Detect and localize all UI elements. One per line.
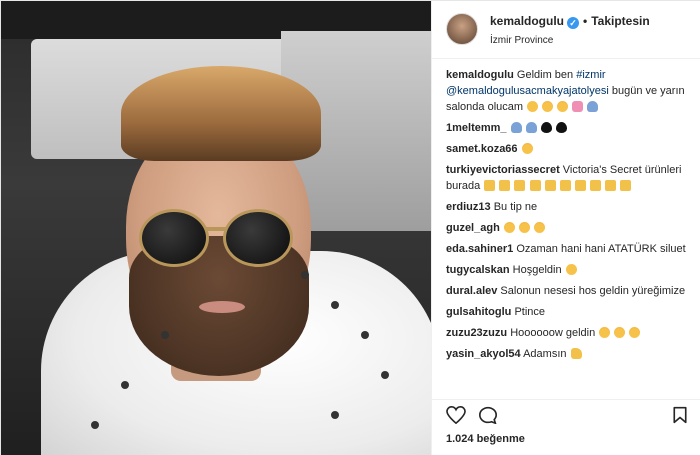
comment-username[interactable]: 1meltemm_ xyxy=(446,122,507,134)
shirt-stud xyxy=(121,381,129,389)
comment-bubble-icon[interactable] xyxy=(478,406,498,424)
comment-username[interactable]: erdiuz13 xyxy=(446,201,491,213)
comment-username[interactable]: tugycalskan xyxy=(446,264,510,276)
verified-badge-icon: ✓ xyxy=(567,17,580,29)
comment-text: Ozaman hani hani ATATÜRK siluet xyxy=(516,243,686,255)
heart-eyes-emoji-icon xyxy=(533,222,545,233)
heart-eyes-emoji-icon xyxy=(614,327,626,338)
grin-emoji-icon xyxy=(527,101,539,112)
shirt-stud xyxy=(381,371,389,379)
avatar[interactable] xyxy=(446,13,478,45)
point-emoji-icon xyxy=(544,180,556,191)
heart-eyes-emoji-icon xyxy=(518,222,530,233)
follow-status-button[interactable]: Takiptesin xyxy=(591,14,649,28)
person-emoji-icon xyxy=(525,122,537,133)
comment-item: yasin_akyol54 Adamsın xyxy=(446,346,690,362)
person-emoji-icon xyxy=(510,122,522,133)
comment-item: samet.koza66 xyxy=(446,141,690,157)
action-bar xyxy=(432,399,700,427)
post-photo[interactable] xyxy=(1,1,431,455)
heart-eyes-emoji-icon xyxy=(521,143,533,154)
point-emoji-icon xyxy=(499,180,511,191)
point-emoji-icon xyxy=(589,180,601,191)
hair xyxy=(121,66,321,161)
shirt-stud xyxy=(161,331,169,339)
muscle-emoji-icon xyxy=(570,348,582,359)
comment-text: Adamsın xyxy=(523,348,567,360)
bookmark-icon[interactable] xyxy=(670,406,690,424)
point-emoji-icon xyxy=(484,180,496,191)
hashtag-link[interactable]: #izmir xyxy=(576,69,605,81)
comment-text: Ptince xyxy=(514,306,546,318)
point-emoji-icon xyxy=(514,180,526,191)
mouth xyxy=(199,301,245,313)
instagram-post: kemaldogulu ✓ • Takiptesin İzmir Province k… xyxy=(0,0,700,455)
comments-list: kemaldogulu Geldim ben #izmir @kemaldogu… xyxy=(432,67,700,397)
shirt-stud xyxy=(91,421,99,429)
comment-username[interactable]: kemaldogulu xyxy=(446,69,514,81)
love-emoji-icon xyxy=(572,101,584,112)
point-emoji-icon xyxy=(604,180,616,191)
header-line: kemaldogulu ✓ • Takiptesin xyxy=(490,14,650,29)
comment-item: guzel_agh xyxy=(446,220,690,236)
shirt-stud xyxy=(331,301,339,309)
sunglasses-lens-right xyxy=(223,209,293,267)
separator-dot: • xyxy=(583,14,588,28)
post-sidebar: kemaldogulu ✓ • Takiptesin İzmir Province k… xyxy=(431,1,700,455)
like-count[interactable]: 1.024 beğenme xyxy=(446,433,525,445)
heart-icon[interactable] xyxy=(446,406,466,424)
comment-text: Bu tip ne xyxy=(493,201,538,213)
comment-item: tugycalskan Hoşgeldin xyxy=(446,262,690,278)
comment-text: Hoşgeldin xyxy=(512,264,562,276)
comment-item: gulsahitoglu Ptince xyxy=(446,304,690,320)
shirt-stud xyxy=(301,271,309,279)
comment-item: dural.alev Salonun nesesi hos geldin yür… xyxy=(446,283,690,299)
point-emoji-icon xyxy=(574,180,586,191)
comment-username[interactable]: turkiyevictoriassecret xyxy=(446,164,560,176)
mention-link[interactable]: @kemaldogulusacmakyajatolyesi xyxy=(446,85,609,97)
sunglasses-lens-left xyxy=(139,209,209,267)
shirt-stud xyxy=(361,331,369,339)
post-header: kemaldogulu ✓ • Takiptesin İzmir Province xyxy=(432,1,700,59)
comment-text: Geldim ben xyxy=(516,69,577,81)
comment-item: kemaldogulu Geldim ben #izmir @kemaldogu… xyxy=(446,67,690,115)
header-username[interactable]: kemaldogulu xyxy=(490,14,564,28)
person-emoji-icon xyxy=(587,101,599,112)
point-emoji-icon xyxy=(559,180,571,191)
comment-username[interactable]: guzel_agh xyxy=(446,222,500,234)
location-link[interactable]: İzmir Province xyxy=(490,35,553,46)
comment-username[interactable]: samet.koza66 xyxy=(446,143,518,155)
comment-text: Salonun nesesi hos geldin yüreğimize xyxy=(500,285,686,297)
blk-heart-emoji-icon xyxy=(555,122,567,133)
comment-username[interactable]: yasin_akyol54 xyxy=(446,348,521,360)
comment-username[interactable]: dural.alev xyxy=(446,285,497,297)
sunglasses-bridge xyxy=(205,227,227,231)
comment-item: 1meltemm_ xyxy=(446,120,690,136)
comment-text: Hoooooow geldin xyxy=(510,327,596,339)
comment-item: eda.sahiner1 Ozaman hani hani ATATÜRK si… xyxy=(446,241,690,257)
heart-eyes-emoji-icon xyxy=(557,101,569,112)
shirt-stud xyxy=(331,411,339,419)
point-emoji-icon xyxy=(619,180,631,191)
comment-username[interactable]: eda.sahiner1 xyxy=(446,243,513,255)
blk-heart-emoji-icon xyxy=(540,122,552,133)
heart-eyes-emoji-icon xyxy=(542,101,554,112)
heart-eyes-emoji-icon xyxy=(629,327,641,338)
grin-emoji-icon xyxy=(565,264,577,275)
comment-item: erdiuz13 Bu tip ne xyxy=(446,199,690,215)
comment-item: zuzu23zuzu Hoooooow geldin xyxy=(446,325,690,341)
comment-username[interactable]: zuzu23zuzu xyxy=(446,327,507,339)
point-emoji-icon xyxy=(529,180,541,191)
heart-eyes-emoji-icon xyxy=(503,222,515,233)
comment-item: turkiyevictoriassecret Victoria's Secret… xyxy=(446,162,690,194)
heart-eyes-emoji-icon xyxy=(599,327,611,338)
comment-username[interactable]: gulsahitoglu xyxy=(446,306,511,318)
